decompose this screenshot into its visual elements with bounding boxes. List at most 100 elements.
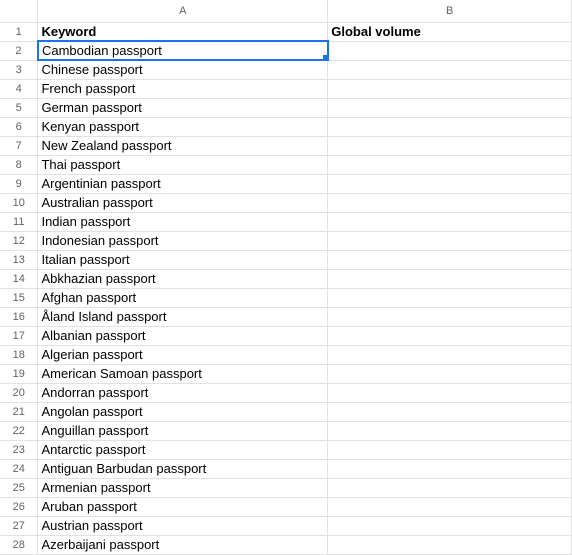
cell-a[interactable]: Anguillan passport — [38, 421, 328, 440]
cell-b[interactable] — [328, 326, 572, 345]
cell-b[interactable] — [328, 155, 572, 174]
cell-a[interactable]: American Samoan passport — [38, 364, 328, 383]
cell-b[interactable] — [328, 440, 572, 459]
cell-b[interactable] — [328, 269, 572, 288]
row-header[interactable]: 9 — [0, 174, 38, 193]
column-header-b[interactable]: B — [328, 0, 572, 22]
row-header[interactable]: 21 — [0, 402, 38, 421]
row-header[interactable]: 6 — [0, 117, 38, 136]
data-row: 8Thai passport — [0, 155, 572, 174]
cell-b[interactable] — [328, 174, 572, 193]
data-row: 17Albanian passport — [0, 326, 572, 345]
cell-b[interactable] — [328, 345, 572, 364]
cell-a[interactable]: Australian passport — [38, 193, 328, 212]
row-header[interactable]: 4 — [0, 79, 38, 98]
cell-a[interactable]: Austrian passport — [38, 516, 328, 535]
data-row: 26Aruban passport — [0, 497, 572, 516]
row-header[interactable]: 15 — [0, 288, 38, 307]
row-header[interactable]: 23 — [0, 440, 38, 459]
column-header-a[interactable]: A — [38, 0, 328, 22]
row-header[interactable]: 14 — [0, 269, 38, 288]
cell-b[interactable] — [328, 250, 572, 269]
row-header[interactable]: 25 — [0, 478, 38, 497]
cell-b[interactable] — [328, 421, 572, 440]
cell-b[interactable] — [328, 516, 572, 535]
cell-b[interactable] — [328, 117, 572, 136]
select-all-corner[interactable] — [0, 0, 38, 22]
row-header[interactable]: 27 — [0, 516, 38, 535]
cell-b[interactable] — [328, 212, 572, 231]
cell-a[interactable]: Chinese passport — [38, 60, 328, 79]
row-header[interactable]: 10 — [0, 193, 38, 212]
cell-a[interactable]: Algerian passport — [38, 345, 328, 364]
cell-a[interactable]: Andorran passport — [38, 383, 328, 402]
cell-b[interactable] — [328, 231, 572, 250]
row-header[interactable]: 13 — [0, 250, 38, 269]
data-row: 23Antarctic passport — [0, 440, 572, 459]
cell-a[interactable]: Antarctic passport — [38, 440, 328, 459]
cell-a1[interactable]: Keyword — [38, 22, 328, 41]
cell-a[interactable]: Antiguan Barbudan passport — [38, 459, 328, 478]
cell-a[interactable]: Kenyan passport — [38, 117, 328, 136]
row-header[interactable]: 3 — [0, 60, 38, 79]
cell-b[interactable] — [328, 459, 572, 478]
data-row: 10Australian passport — [0, 193, 572, 212]
cell-a[interactable]: Italian passport — [38, 250, 328, 269]
cell-b[interactable] — [328, 98, 572, 117]
cell-b[interactable] — [328, 497, 572, 516]
data-row: 21Angolan passport — [0, 402, 572, 421]
row-header[interactable]: 18 — [0, 345, 38, 364]
cell-a[interactable]: Argentinian passport — [38, 174, 328, 193]
row-header[interactable]: 16 — [0, 307, 38, 326]
cell-a[interactable]: Aruban passport — [38, 497, 328, 516]
row-header[interactable]: 20 — [0, 383, 38, 402]
cell-b[interactable] — [328, 136, 572, 155]
cell-a[interactable]: Cambodian passport — [38, 41, 328, 60]
data-row: 16Åland Island passport — [0, 307, 572, 326]
cell-b[interactable] — [328, 41, 572, 60]
cell-b[interactable] — [328, 402, 572, 421]
cell-a[interactable]: Albanian passport — [38, 326, 328, 345]
row-header[interactable]: 1 — [0, 22, 38, 41]
cell-a[interactable]: Åland Island passport — [38, 307, 328, 326]
cell-b1[interactable]: Global volume — [328, 22, 572, 41]
row-header[interactable]: 19 — [0, 364, 38, 383]
cell-a[interactable]: Azerbaijani passport — [38, 535, 328, 554]
cell-b[interactable] — [328, 364, 572, 383]
row-header[interactable]: 7 — [0, 136, 38, 155]
row-header[interactable]: 22 — [0, 421, 38, 440]
cell-b[interactable] — [328, 383, 572, 402]
cell-b[interactable] — [328, 288, 572, 307]
data-row: 7New Zealand passport — [0, 136, 572, 155]
row-header[interactable]: 5 — [0, 98, 38, 117]
cell-a[interactable]: Thai passport — [38, 155, 328, 174]
row-header[interactable]: 26 — [0, 497, 38, 516]
cell-a[interactable]: Afghan passport — [38, 288, 328, 307]
data-row: 12Indonesian passport — [0, 231, 572, 250]
cell-a[interactable]: Indonesian passport — [38, 231, 328, 250]
cell-a[interactable]: French passport — [38, 79, 328, 98]
cell-a[interactable]: Armenian passport — [38, 478, 328, 497]
cell-a[interactable]: New Zealand passport — [38, 136, 328, 155]
cell-b[interactable] — [328, 193, 572, 212]
cell-b[interactable] — [328, 307, 572, 326]
cell-a[interactable]: Angolan passport — [38, 402, 328, 421]
row-header[interactable]: 2 — [0, 41, 38, 60]
data-row: 19American Samoan passport — [0, 364, 572, 383]
header-row: 1 Keyword Global volume — [0, 22, 572, 41]
cell-b[interactable] — [328, 478, 572, 497]
cell-b[interactable] — [328, 60, 572, 79]
data-row: 3Chinese passport — [0, 60, 572, 79]
cell-a[interactable]: German passport — [38, 98, 328, 117]
cell-a[interactable]: Indian passport — [38, 212, 328, 231]
row-header[interactable]: 11 — [0, 212, 38, 231]
row-header[interactable]: 12 — [0, 231, 38, 250]
row-header[interactable]: 8 — [0, 155, 38, 174]
spreadsheet-grid[interactable]: A B 1 Keyword Global volume 2Cambodian p… — [0, 0, 572, 555]
cell-a[interactable]: Abkhazian passport — [38, 269, 328, 288]
cell-b[interactable] — [328, 79, 572, 98]
row-header[interactable]: 28 — [0, 535, 38, 554]
row-header[interactable]: 17 — [0, 326, 38, 345]
cell-b[interactable] — [328, 535, 572, 554]
row-header[interactable]: 24 — [0, 459, 38, 478]
